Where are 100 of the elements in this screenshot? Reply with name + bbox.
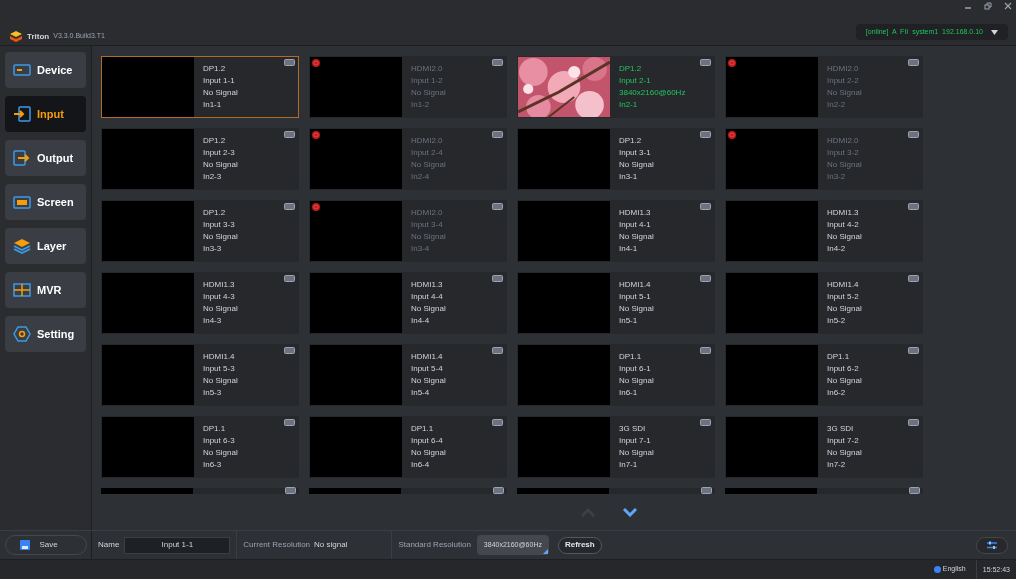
input-card[interactable]: DP1.1 Input 6-2 No Signal In6-2 bbox=[725, 344, 923, 406]
input-name: Input 4-2 bbox=[827, 219, 860, 231]
signal-status: No Signal bbox=[411, 87, 446, 99]
connector-icon bbox=[492, 419, 503, 426]
restore-icon[interactable] bbox=[984, 2, 992, 10]
input-card[interactable]: HDMI1.3 Input 4-4 No Signal In4-4 bbox=[309, 272, 507, 334]
input-id: In5-2 bbox=[827, 315, 847, 327]
signal-status: No Signal bbox=[411, 231, 446, 243]
input-card[interactable]: HDMI1.3 Input 4-2 No Signal In4-2 bbox=[725, 200, 923, 262]
input-card[interactable]: DP1.2 Input 2-3 No Signal In2-3 bbox=[101, 128, 299, 190]
input-id: In1-1 bbox=[203, 99, 223, 111]
input-card[interactable] bbox=[725, 488, 923, 494]
input-card[interactable]: HDMI1.4 Input 5-3 No Signal In5-3 bbox=[101, 344, 299, 406]
input-card[interactable]: DP1.2 Input 1-1 No Signal In1-1 bbox=[101, 56, 299, 118]
connector-type: DP1.1 bbox=[203, 423, 227, 435]
connector-type: HDMI1.4 bbox=[411, 351, 444, 363]
connector-icon bbox=[284, 347, 295, 354]
nav-item[interactable]: MVR bbox=[5, 272, 86, 308]
device-icon bbox=[13, 64, 31, 76]
input-name: Input 2-4 bbox=[411, 147, 444, 159]
nav-item[interactable]: Setting bbox=[5, 316, 86, 352]
signal-status: No Signal bbox=[619, 375, 654, 387]
signal-status: No Signal bbox=[411, 303, 446, 315]
connector-type: DP1.2 bbox=[203, 135, 227, 147]
settings-button[interactable] bbox=[976, 536, 1008, 554]
connector-icon bbox=[700, 419, 711, 426]
nav-item[interactable]: Device bbox=[5, 52, 86, 88]
save-icon bbox=[19, 540, 30, 550]
input-id: In5-4 bbox=[411, 387, 431, 399]
connector-type: HDMI1.4 bbox=[619, 279, 652, 291]
connector-icon bbox=[700, 203, 711, 210]
enter-icon bbox=[13, 106, 31, 122]
input-name: Input 3-3 bbox=[203, 219, 236, 231]
input-id: In2-3 bbox=[203, 171, 223, 183]
input-name: Input 7-1 bbox=[619, 435, 652, 447]
connector-icon bbox=[284, 275, 295, 282]
input-card[interactable]: HDMI1.3 Input 4-1 No Signal In4-1 bbox=[517, 200, 715, 262]
input-card[interactable] bbox=[101, 488, 299, 494]
input-card[interactable] bbox=[517, 488, 715, 494]
input-name: Input 1-1 bbox=[203, 75, 236, 87]
connector-type: DP1.1 bbox=[411, 423, 435, 435]
field-label: Name bbox=[98, 539, 120, 551]
disabled-icon bbox=[312, 131, 320, 139]
input-name: Input 6-4 bbox=[411, 435, 444, 447]
connector-icon bbox=[493, 487, 504, 494]
grid-icon bbox=[13, 283, 31, 297]
nav-item[interactable]: Input bbox=[5, 96, 86, 132]
input-name: Input 6-3 bbox=[203, 435, 236, 447]
input-id: In6-3 bbox=[203, 459, 223, 471]
input-name: Input 6-2 bbox=[827, 363, 860, 375]
input-name: Input 5-1 bbox=[619, 291, 652, 303]
input-id: In4-1 bbox=[619, 243, 639, 255]
corner-icon bbox=[542, 549, 548, 554]
logo-icon bbox=[10, 31, 22, 42]
nav-item[interactable]: Output bbox=[5, 140, 86, 176]
input-card[interactable] bbox=[309, 488, 507, 494]
input-id: In3-2 bbox=[827, 171, 847, 183]
input-card[interactable]: HDMI1.4 Input 5-2 No Signal In5-2 bbox=[725, 272, 923, 334]
signal-status: No Signal bbox=[203, 375, 238, 387]
input-card[interactable]: DP1.2 Input 3-1 No Signal In3-1 bbox=[517, 128, 715, 190]
input-card[interactable]: 3G SDI Input 7-1 No Signal In7-1 bbox=[517, 416, 715, 478]
nav-item[interactable]: Screen bbox=[5, 184, 86, 220]
input-card[interactable]: DP1.1 Input 6-4 No Signal In6-4 bbox=[309, 416, 507, 478]
connector-type: DP1.2 bbox=[203, 207, 227, 219]
connector-type: HDMI2.0 bbox=[411, 207, 444, 219]
input-card[interactable]: DP1.1 Input 6-3 No Signal In6-3 bbox=[101, 416, 299, 478]
connector-type: HDMI1.4 bbox=[827, 279, 860, 291]
nav-item[interactable]: Layer bbox=[5, 228, 86, 264]
input-id: In2-2 bbox=[827, 99, 847, 111]
signal-status: No Signal bbox=[619, 447, 654, 459]
signal-status: No Signal bbox=[827, 231, 862, 243]
connector-icon bbox=[492, 275, 503, 282]
input-name: Input 6-1 bbox=[619, 363, 652, 375]
input-name: Input 3-2 bbox=[827, 147, 860, 159]
input-card[interactable]: HDMI1.3 Input 4-3 No Signal In4-3 bbox=[101, 272, 299, 334]
signal-status: No Signal bbox=[203, 87, 238, 99]
input-card[interactable]: 3G SDI Input 7-2 No Signal In7-2 bbox=[725, 416, 923, 478]
input-card[interactable]: DP1.2 Input 2-1 3840x2160@60Hz In2-1 bbox=[517, 56, 715, 118]
input-card[interactable]: DP1.1 Input 6-1 No Signal In6-1 bbox=[517, 344, 715, 406]
screen-icon bbox=[13, 195, 31, 209]
signal-status: No Signal bbox=[203, 447, 238, 459]
close-icon[interactable] bbox=[1004, 2, 1012, 10]
input-id: In6-2 bbox=[827, 387, 847, 399]
input-card[interactable]: HDMI1.4 Input 5-1 No Signal In5-1 bbox=[517, 272, 715, 334]
exit-icon bbox=[13, 150, 31, 166]
input-card[interactable]: DP1.2 Input 3-3 No Signal In3-3 bbox=[101, 200, 299, 262]
connector-icon bbox=[285, 487, 296, 494]
input-card[interactable]: HDMI1.4 Input 5-4 No Signal In5-4 bbox=[309, 344, 507, 406]
signal-status: No Signal bbox=[827, 159, 862, 171]
signal-status: No Signal bbox=[827, 303, 862, 315]
input-id: In6-1 bbox=[619, 387, 639, 399]
signal-status: No Signal bbox=[619, 303, 654, 315]
connector-type: DP1.2 bbox=[203, 63, 227, 75]
refresh-button[interactable]: Refresh bbox=[557, 536, 602, 554]
connector-icon bbox=[284, 59, 295, 66]
name-field[interactable]: Input 1-1 bbox=[124, 536, 231, 554]
input-id: In3-1 bbox=[619, 171, 639, 183]
signal-status: No Signal bbox=[827, 375, 862, 387]
signal-status: No Signal bbox=[411, 375, 446, 387]
connector-icon bbox=[700, 59, 711, 66]
